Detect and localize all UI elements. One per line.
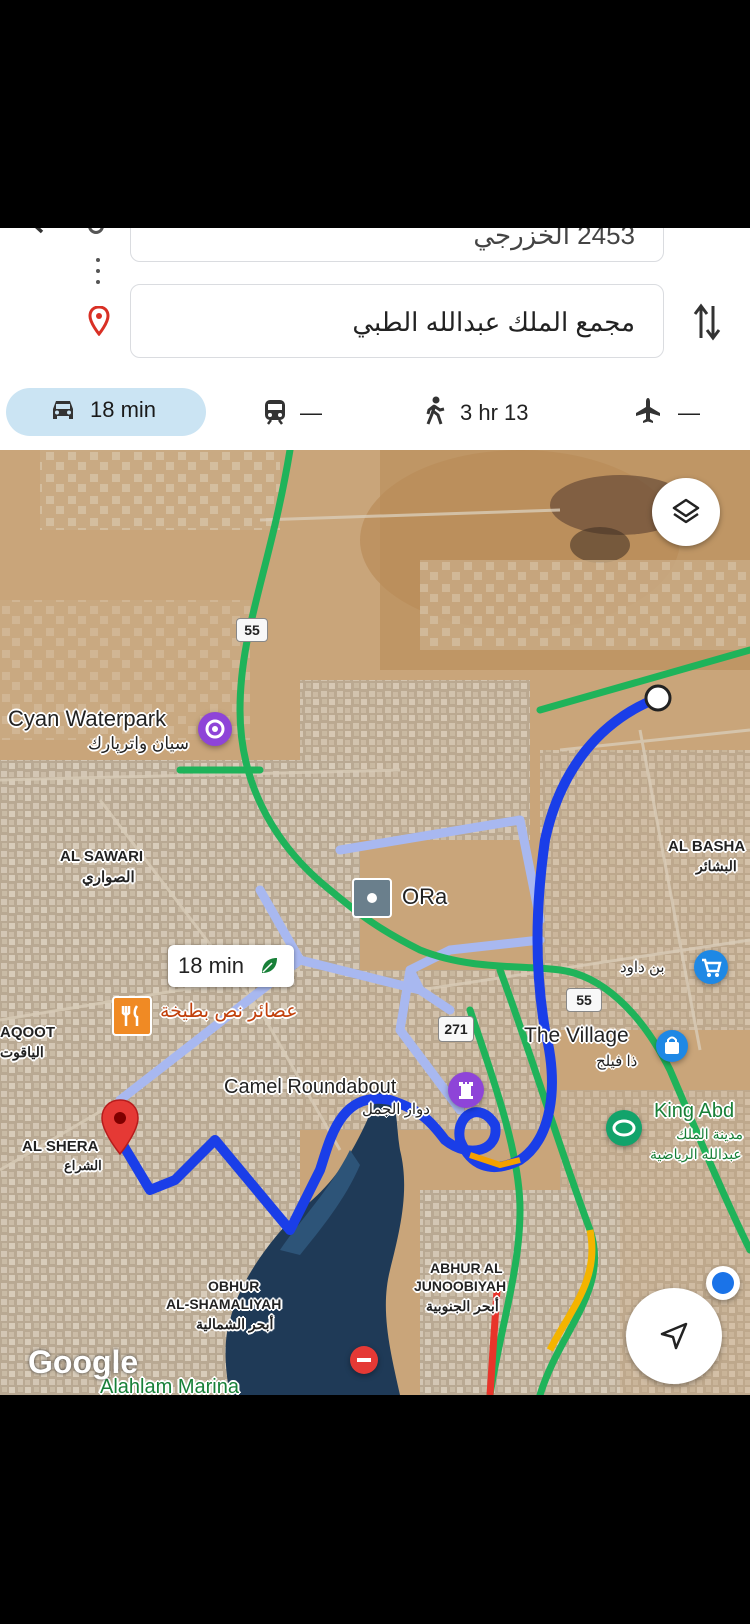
label-al-basha-ar: البشائر — [696, 858, 737, 874]
bin-dawood-cart-pin-icon[interactable] — [694, 950, 728, 984]
label-abhur-ar: أبحر الجنوبية — [426, 1298, 499, 1314]
transit-time: — — [300, 400, 322, 425]
flight-time: — — [678, 400, 700, 425]
more-menu-icon[interactable] — [694, 228, 714, 234]
layers-button[interactable] — [652, 478, 720, 546]
road-badge-55-east: 55 — [566, 988, 602, 1012]
label-cyan-waterpark: Cyan Waterpark — [8, 706, 167, 731]
label-al-shera: AL SHERA — [22, 1138, 99, 1155]
village-shopping-pin-icon[interactable] — [656, 1030, 688, 1062]
label-ora: ORa — [402, 884, 448, 909]
flight-icon[interactable] — [634, 396, 662, 424]
label-aqoot: AQOOT — [0, 1024, 55, 1041]
navigate-button[interactable] — [626, 1288, 722, 1384]
label-obhur-1: OBHUR — [208, 1278, 260, 1294]
route-end-circle — [644, 684, 672, 712]
road-badge-55-north: 55 — [236, 618, 268, 642]
location-dot-icon — [712, 1272, 734, 1294]
label-al-sawari: AL SAWARI — [60, 848, 144, 865]
label-aqoot-ar: الياقوت — [0, 1044, 44, 1060]
label-the-village-ar: ذا فيلج — [596, 1053, 638, 1070]
route-time-callout-text: 18 min — [178, 953, 245, 978]
label-king-abdullah-ar-2: عبدالله الرياضية — [650, 1146, 742, 1162]
label-bin-dawood-ar: بن داود — [620, 959, 665, 976]
my-location-dot[interactable] — [706, 1266, 740, 1300]
back-arrow-icon[interactable] — [22, 228, 52, 236]
label-camel-roundabout-ar: دوار الجمل — [362, 1101, 430, 1118]
destination-marker-icon[interactable] — [98, 1098, 142, 1158]
road-badge-271: 271 — [438, 1016, 474, 1042]
label-the-village: The Village — [524, 1024, 629, 1047]
waterpark-pin-icon[interactable] — [198, 712, 232, 746]
train-icon[interactable] — [262, 398, 288, 426]
map-view[interactable]: 55 55 271 18 min Cyan Waterpark سيان وات… — [0, 450, 750, 1395]
label-al-sawari-ar: الصواري — [82, 869, 135, 886]
label-obhur-ar: أبحر الشمالية — [196, 1316, 274, 1332]
navigation-arrow-icon — [660, 1322, 688, 1350]
stadium-pin-icon[interactable] — [606, 1110, 642, 1146]
destination-pin-icon — [88, 306, 110, 336]
label-abhur-1: ABHUR AL — [430, 1260, 503, 1276]
origin-field[interactable]: 2453 الخزرجي — [130, 228, 664, 262]
walk-time: 3 hr 13 — [460, 400, 529, 425]
bottom-black-bar — [0, 1395, 750, 1624]
label-king-abdullah-ar-1: مدينة الملك — [676, 1126, 744, 1142]
label-king-abdullah: King Abd — [654, 1100, 735, 1122]
driving-time: 18 min — [90, 397, 157, 422]
map-canvas — [0, 450, 750, 1395]
label-abhur-2: JUNOOBIYAH — [414, 1278, 507, 1294]
car-icon — [53, 401, 73, 419]
label-restaurant: عصائر نص بطيخة — [160, 1001, 298, 1022]
top-black-bar — [0, 0, 750, 228]
eco-leaf-icon — [262, 958, 277, 973]
route-dots-icon — [96, 258, 100, 291]
google-logo: Google — [28, 1344, 139, 1380]
restaurant-pin-icon[interactable] — [112, 996, 152, 1036]
layers-icon — [672, 498, 700, 524]
travel-mode-tabs: 18 min — 3 hr 13 — — [0, 378, 750, 450]
label-al-basha: AL BASHA — [668, 838, 746, 855]
label-cyan-waterpark-ar: سيان واترپارك — [88, 734, 189, 753]
origin-dot-icon — [88, 228, 104, 234]
tab-driving[interactable]: 18 min — [6, 388, 206, 436]
route-time-callout[interactable]: 18 min — [168, 945, 294, 987]
label-camel-roundabout: Camel Roundabout — [224, 1076, 397, 1098]
camel-landmark-pin-icon[interactable] — [448, 1072, 484, 1108]
walk-icon[interactable] — [424, 396, 446, 426]
destination-field[interactable]: مجمع الملك عبدالله الطبي — [130, 284, 664, 358]
label-al-shera-ar: الشراع — [64, 1158, 102, 1173]
no-entry-icon — [350, 1346, 378, 1374]
label-obhur-2: AL-SHAMALIYAH — [166, 1296, 282, 1312]
ora-pin-icon[interactable] — [352, 878, 392, 918]
directions-panel: 2453 الخزرجي مجمع الملك عبدالله الطبي 18… — [0, 228, 750, 450]
swap-icon[interactable] — [692, 302, 722, 342]
